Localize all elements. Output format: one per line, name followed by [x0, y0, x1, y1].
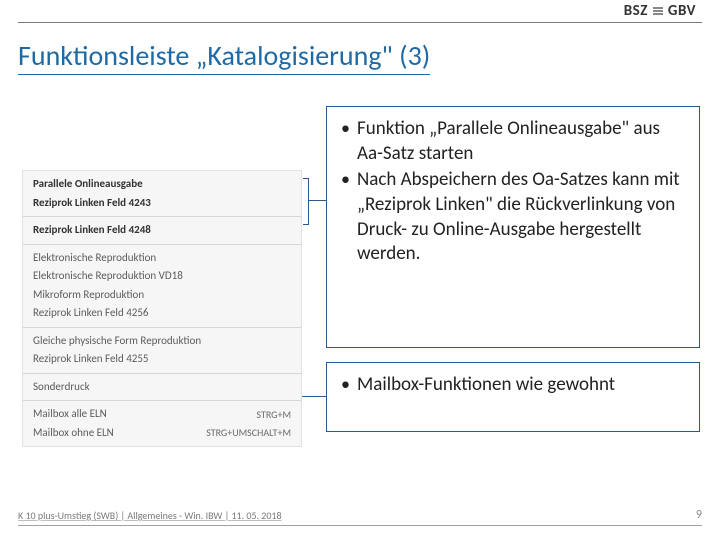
menu-item-mikroform[interactable]: Mikroform Reproduktion: [23, 286, 301, 305]
page-title: Funktionsleiste „Katalogisierung" (3): [18, 38, 430, 73]
menu-item-mailbox-ohne[interactable]: Mailbox ohne ELNSTRG+UMSCHALT+M: [23, 424, 301, 443]
menu-item-elektro-repro[interactable]: Elektronische Reproduktion: [23, 249, 301, 268]
footer-meta: K 10 plus-Umstieg (SWB) | Allgemeines - …: [18, 509, 282, 522]
menu-item-gleiche-form[interactable]: Gleiche physische Form Reproduktion: [23, 332, 301, 351]
menu-item-elektro-vd18[interactable]: Elektronische Reproduktion VD18: [23, 267, 301, 286]
callout1-item-2: Nach Abspeichern des Oa-Satzes kann mit …: [335, 168, 687, 267]
menu-group-3: Elektronische Reproduktion Elektronische…: [23, 245, 301, 328]
menu-item-reziprok-4248[interactable]: Reziprok Linken Feld 4248: [23, 221, 301, 240]
menu-item-mailbox-alle[interactable]: Mailbox alle ELNSTRG+M: [23, 405, 301, 424]
connector-bracket-1: [308, 178, 309, 224]
callout2-item-1: Mailbox-Funktionen wie gewohnt: [335, 373, 687, 398]
connector-line-1: [308, 200, 326, 201]
top-rule: [18, 22, 702, 23]
menu-group-6: Mailbox alle ELNSTRG+M Mailbox ohne ELNS…: [23, 401, 301, 446]
logo-bars-icon: [653, 7, 663, 15]
page-number: 9: [696, 508, 702, 522]
callout-box-2: Mailbox-Funktionen wie gewohnt: [326, 362, 700, 432]
slide: BSZ GBV Funktionsleiste „Katalogisierung…: [0, 0, 720, 540]
callout-box-1: Funktion „Parallele Onlineausgabe" aus A…: [326, 106, 700, 348]
menu-item-parallele[interactable]: Parallele Onlineausgabe: [23, 175, 301, 194]
menu-dropdown: Parallele Onlineausgabe Reziprok Linken …: [22, 170, 302, 447]
menu-group-4: Gleiche physische Form Reproduktion Rezi…: [23, 328, 301, 374]
logo-bsz: BSZ: [624, 2, 648, 20]
menu-group-2: Reziprok Linken Feld 4248: [23, 217, 301, 245]
connector-line-2: [302, 396, 326, 397]
header-logo: BSZ GBV: [624, 2, 696, 20]
menu-item-sonderdruck[interactable]: Sonderdruck: [23, 378, 301, 397]
menu-group-1: Parallele Onlineausgabe Reziprok Linken …: [23, 171, 301, 217]
menu-item-reziprok-4256[interactable]: Reziprok Linken Feld 4256: [23, 304, 301, 323]
logo-gbv: GBV: [668, 2, 696, 20]
footer: K 10 plus-Umstieg (SWB) | Allgemeines - …: [18, 508, 702, 522]
callout1-item-1: Funktion „Parallele Onlineausgabe" aus A…: [335, 117, 687, 166]
bottom-rule: [18, 525, 702, 526]
menu-item-reziprok-4243[interactable]: Reziprok Linken Feld 4243: [23, 194, 301, 213]
menu-group-5: Sonderdruck: [23, 374, 301, 402]
menu-item-reziprok-4255[interactable]: Reziprok Linken Feld 4255: [23, 350, 301, 369]
